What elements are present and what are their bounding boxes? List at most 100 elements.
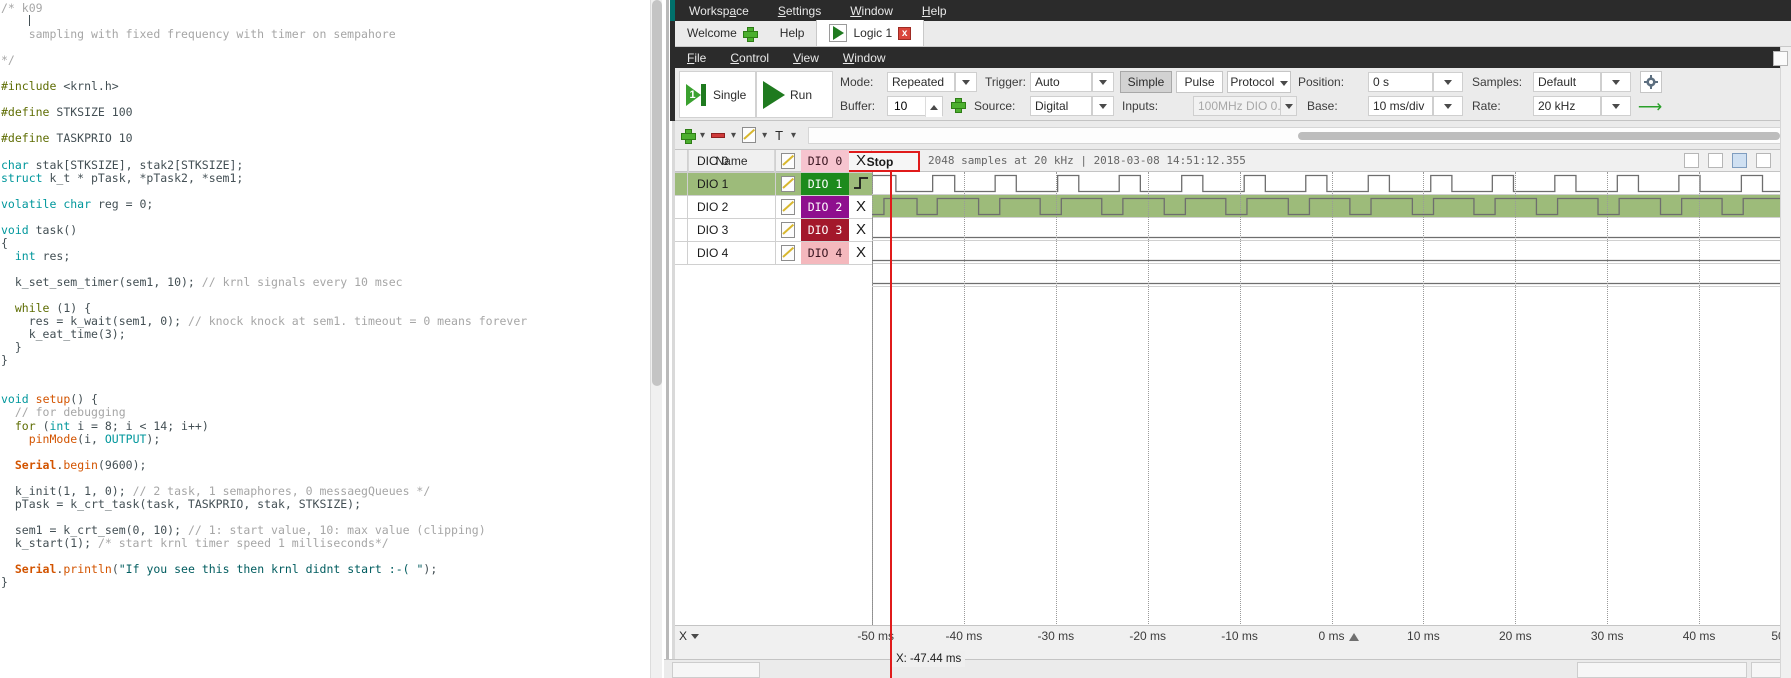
editor-scrollbar[interactable] [650, 0, 662, 678]
tab-welcome[interactable]: Welcome [675, 20, 768, 46]
menu-window2[interactable]: Window [843, 51, 886, 65]
channel-scroll-track[interactable] [808, 127, 1787, 144]
tab-logic-1[interactable]: Logic 1 x [816, 20, 924, 46]
code-line: struct k_t * pTask, *pTask2, *sem1; [1, 172, 650, 185]
row-drag-handle[interactable] [675, 242, 688, 264]
menu-help[interactable]: Help [922, 4, 947, 18]
close-icon[interactable]: x [898, 27, 911, 40]
remove-channel-chevron-down-icon[interactable]: ▾ [728, 130, 739, 141]
waveform-plot[interactable]: X: -47.44 ms [872, 172, 1791, 678]
play-icon[interactable] [829, 24, 847, 42]
add-buffer-icon[interactable] [951, 98, 964, 111]
samples-value[interactable]: Default [1533, 72, 1601, 92]
channel-pin[interactable]: DIO 2 [801, 196, 849, 218]
status-device-box[interactable] [1577, 662, 1747, 678]
status-left-box[interactable] [672, 662, 760, 678]
code-line: #define STKSIZE 100 [1, 106, 650, 119]
base-dropdown-arrow[interactable] [1433, 96, 1463, 116]
channel-note-icon[interactable] [775, 173, 800, 195]
inputs-value[interactable]: 100MHz DIO 0..15 [1193, 96, 1284, 116]
position-value[interactable]: 0 s [1368, 72, 1433, 92]
gridline [1515, 172, 1516, 678]
trigger-value[interactable]: Auto [1030, 72, 1092, 92]
row-drag-handle[interactable] [675, 150, 688, 172]
instrument-menubar[interactable]: File Control View Window [675, 47, 1791, 68]
channel-note-icon[interactable] [775, 219, 800, 241]
mode-dropdown-arrow[interactable] [955, 72, 977, 92]
channel-name[interactable]: DIO 0 [689, 150, 775, 172]
channel-pin[interactable]: DIO 4 [801, 242, 849, 264]
channel-name[interactable]: DIO 1 [689, 173, 775, 195]
channel-name[interactable]: DIO 4 [689, 242, 775, 264]
row-drag-handle[interactable] [675, 196, 688, 218]
channel-toolbar: ▾ ▾ ▾ T ▾ [675, 121, 1791, 150]
samples-dropdown-arrow[interactable] [1601, 72, 1631, 92]
tab-strip[interactable]: Welcome Help Logic 1 x [675, 21, 1791, 47]
channel-pin[interactable]: DIO 0 [801, 150, 849, 172]
code-text[interactable]: /* k09 sampling with fixed frequency wit… [0, 2, 650, 678]
application-menubar[interactable]: Workspace Settings Window Help [675, 0, 1791, 21]
text-tool-icon[interactable]: T [773, 128, 785, 143]
channel-name[interactable]: DIO 3 [689, 219, 775, 241]
menu-workspace[interactable]: Workspace [689, 4, 749, 18]
menu-window[interactable]: Window [850, 4, 893, 18]
base-value[interactable]: 10 ms/div [1368, 96, 1433, 116]
single-button[interactable]: 1 Single [679, 71, 756, 118]
position-dropdown-arrow[interactable] [1433, 72, 1463, 92]
source-dropdown-arrow[interactable] [1092, 96, 1114, 116]
trigger-position-marker[interactable] [1349, 633, 1359, 641]
pulse-tab-button[interactable]: Pulse [1176, 71, 1223, 93]
rate-dropdown-arrow[interactable] [1601, 96, 1631, 116]
plus-icon[interactable] [743, 27, 756, 40]
trigger-dropdown-arrow[interactable] [1092, 72, 1114, 92]
channel-note-icon[interactable] [775, 150, 800, 172]
channel-name[interactable]: DIO 2 [689, 196, 775, 218]
row-drag-handle[interactable] [675, 173, 688, 195]
run-button[interactable]: Run [756, 71, 833, 118]
channel-trigger-condition[interactable] [850, 173, 872, 195]
protocol-tab-button[interactable]: Protocol [1227, 71, 1291, 93]
text-chevron-down-icon[interactable]: ▾ [788, 130, 799, 141]
tab-help[interactable]: Help [768, 20, 817, 46]
simple-tab-button[interactable]: Simple [1120, 71, 1172, 93]
channel-trigger-condition[interactable]: X [850, 219, 872, 241]
trigger-cursor-line[interactable] [890, 172, 892, 678]
remove-channel-icon[interactable] [711, 133, 725, 138]
channel-note-icon[interactable] [775, 242, 800, 264]
channel-pin[interactable]: DIO 3 [801, 219, 849, 241]
channel-pin[interactable]: DIO 1 [801, 173, 849, 195]
rate-value[interactable]: 20 kHz [1533, 96, 1601, 116]
channel-trigger-condition[interactable]: X [850, 150, 872, 172]
source-value[interactable]: Digital [1030, 96, 1092, 116]
samples-label: Samples: [1472, 75, 1522, 89]
menu-control[interactable]: Control [730, 51, 769, 65]
editor-scrollbar-thumb[interactable] [652, 0, 662, 386]
gear-icon[interactable] [1640, 71, 1662, 93]
note-chevron-down-icon[interactable]: ▾ [759, 130, 770, 141]
buffer-increment[interactable] [925, 97, 942, 117]
inputs-dropdown-arrow[interactable] [1280, 96, 1297, 116]
axis-tick: 40 ms [1683, 629, 1716, 643]
add-channel-chevron-down-icon[interactable]: ▾ [697, 130, 708, 141]
channel-trigger-condition[interactable]: X [850, 242, 872, 264]
menu-settings[interactable]: Settings [778, 4, 821, 18]
logic-grid: Name Pin T Stop 2048 samples at 20 kHz |… [675, 150, 1791, 678]
buffer-spinner[interactable]: 10 [887, 96, 943, 116]
channel-note-icon[interactable] [775, 196, 800, 218]
channel-trigger-condition[interactable]: X [850, 196, 872, 218]
row-drag-handle[interactable] [675, 219, 688, 241]
channel-scroll-thumb[interactable] [1298, 132, 1780, 140]
code-line: { [1, 237, 650, 250]
arrow-right-icon[interactable]: ⟶ [1640, 96, 1660, 118]
channel-row[interactable]: DIO 0DIO 0X [675, 150, 1791, 173]
menu-view[interactable]: View [793, 51, 819, 65]
code-line [1, 41, 650, 54]
note-icon[interactable] [742, 127, 756, 143]
axis-selector[interactable]: X [675, 626, 709, 646]
panel-toggle-icon[interactable] [1773, 51, 1788, 66]
mode-value[interactable]: Repeated [887, 72, 955, 92]
menu-file[interactable]: File [687, 51, 706, 65]
add-channel-icon[interactable] [681, 129, 694, 142]
code-editor-pane[interactable]: /* k09 sampling with fixed frequency wit… [0, 0, 664, 678]
code-line: } [1, 354, 650, 367]
